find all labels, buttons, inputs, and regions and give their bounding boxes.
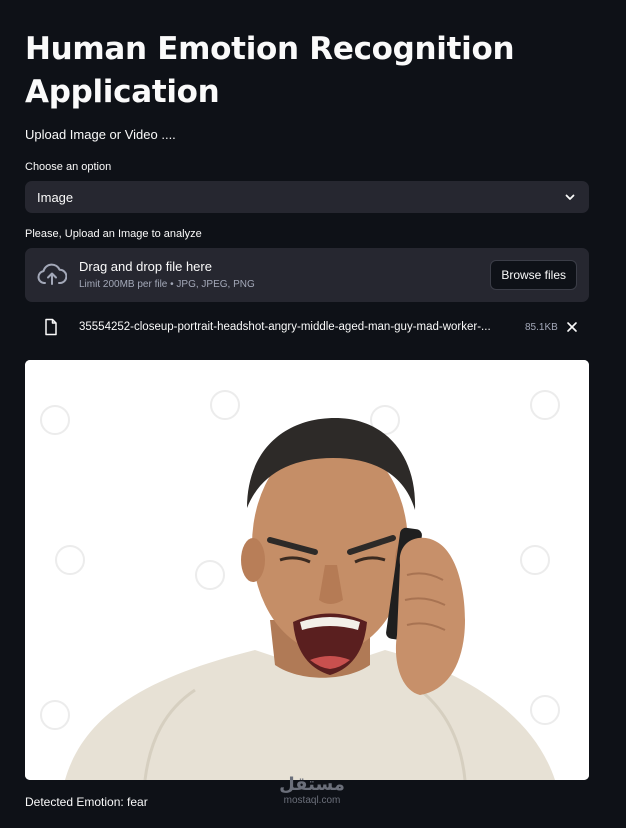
detected-emotion: Detected Emotion: fear bbox=[25, 795, 148, 809]
option-select[interactable]: Image bbox=[25, 181, 589, 213]
uploaded-file-row: 35554252-closeup-portrait-headshot-angry… bbox=[43, 314, 583, 340]
dropzone-text: Drag and drop file here Limit 200MB per … bbox=[79, 258, 255, 292]
chevron-down-icon bbox=[565, 194, 575, 200]
close-icon[interactable] bbox=[566, 321, 578, 333]
uploaded-image bbox=[25, 360, 589, 780]
page-title: Human Emotion Recognition Application bbox=[25, 31, 515, 110]
app-page: Human Emotion Recognition Application Up… bbox=[0, 0, 626, 828]
page-subtitle: Upload Image or Video .... bbox=[25, 127, 176, 142]
portrait-photo bbox=[25, 360, 589, 780]
uploaded-file-size: 85.1KB bbox=[525, 321, 558, 333]
uploaded-file-name: 35554252-closeup-portrait-headshot-angry… bbox=[79, 321, 491, 333]
watermark-latin: mostaql.com bbox=[283, 795, 341, 806]
dropzone-instruction: Drag and drop file here bbox=[79, 259, 212, 274]
dropzone-limit: Limit 200MB per file • JPG, JPEG, PNG bbox=[79, 279, 255, 290]
uploader-label: Please, Upload an Image to analyze bbox=[25, 228, 202, 240]
file-dropzone[interactable]: Drag and drop file here Limit 200MB per … bbox=[25, 248, 589, 302]
cloud-upload-icon bbox=[37, 263, 67, 285]
browse-files-button[interactable]: Browse files bbox=[490, 260, 577, 290]
option-select-value: Image bbox=[37, 189, 74, 205]
site-watermark: مستقل mostaql.com bbox=[272, 775, 352, 807]
option-select-label: Choose an option bbox=[25, 161, 112, 173]
watermark-arabic: مستقل bbox=[279, 774, 345, 795]
file-icon bbox=[45, 318, 57, 336]
